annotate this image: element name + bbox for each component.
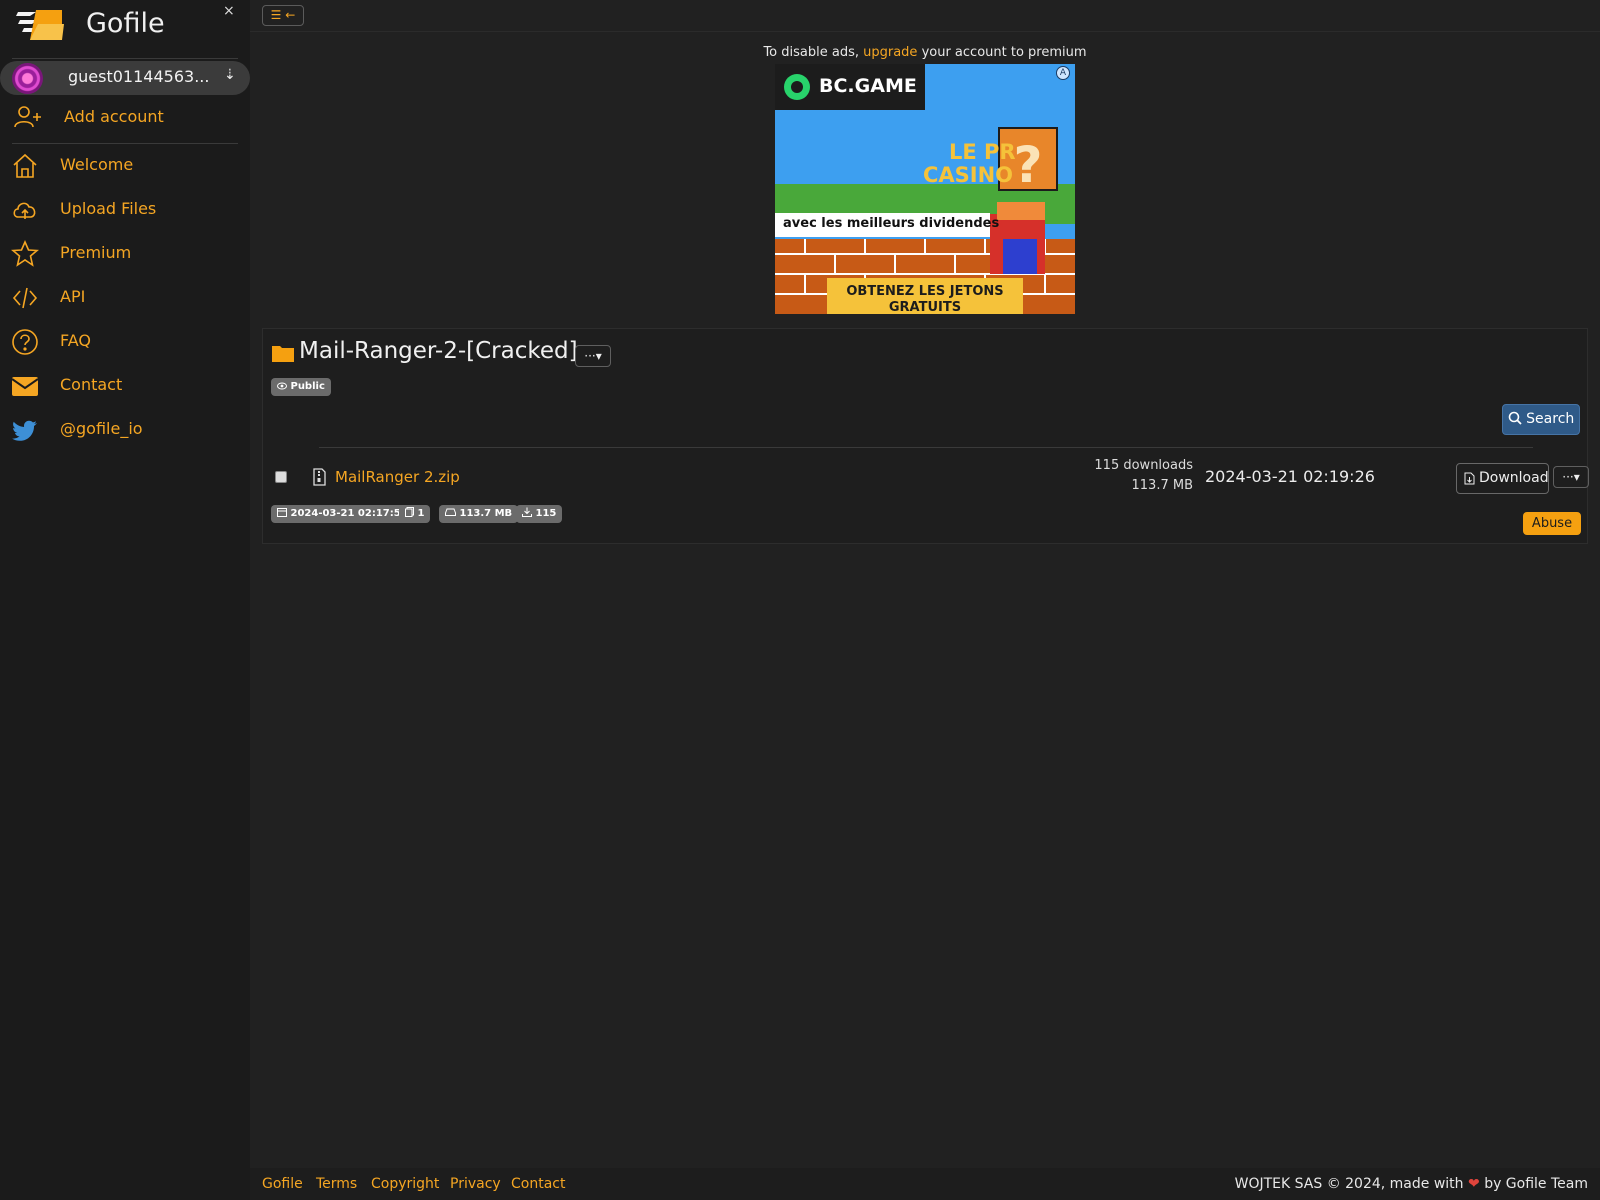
account-name: guest01144563... bbox=[68, 67, 210, 86]
footer-link-copyright[interactable]: Copyright bbox=[371, 1176, 439, 1192]
download-button[interactable]: Download bbox=[1456, 463, 1549, 494]
upgrade-link[interactable]: upgrade bbox=[863, 45, 917, 60]
download-count-badge: 115 bbox=[516, 505, 563, 523]
search-button[interactable]: Search bbox=[1502, 404, 1580, 435]
user-plus-icon bbox=[14, 106, 41, 128]
folder-icon bbox=[272, 346, 294, 362]
report-abuse-button[interactable]: Abuse bbox=[1523, 512, 1581, 535]
folder-menu-button[interactable]: ···▾ bbox=[575, 345, 611, 367]
search-label: Search bbox=[1526, 411, 1575, 427]
files-icon bbox=[405, 507, 414, 517]
toggle-sidebar-button[interactable]: ☰ ← bbox=[262, 5, 304, 26]
brand-name: Gofile bbox=[86, 8, 165, 39]
brand: Gofile × bbox=[0, 0, 250, 56]
download-icon bbox=[522, 507, 532, 517]
file-date: 2024-03-21 02:19:26 bbox=[1205, 467, 1375, 486]
ad-headline: CASINO bbox=[923, 163, 1014, 187]
account-switcher[interactable]: guest01144563... ⇣ bbox=[0, 61, 250, 95]
copyright-prefix: WOJTEK SAS © 2024, made with bbox=[1234, 1176, 1464, 1192]
nav-twitter[interactable]: @gofile_io bbox=[0, 410, 250, 450]
search-icon bbox=[1508, 411, 1522, 425]
nav-upload-files[interactable]: Upload Files bbox=[0, 190, 250, 230]
created-date-badge: 2024-03-21 02:17:59 bbox=[271, 505, 414, 523]
envelope-icon bbox=[11, 377, 39, 396]
question-circle-icon bbox=[12, 329, 38, 355]
divider bbox=[250, 31, 1600, 32]
file-count-badge: 1 bbox=[399, 505, 431, 523]
footer-link-gofile[interactable]: Gofile bbox=[262, 1176, 303, 1192]
nav-welcome[interactable]: Welcome bbox=[0, 146, 250, 186]
cloud-upload-icon bbox=[13, 202, 36, 219]
calendar-icon bbox=[277, 508, 287, 517]
code-icon bbox=[12, 287, 38, 309]
folder-panel: Mail-Ranger-2-[Cracked] ···▾ Public Sear… bbox=[262, 328, 1589, 544]
gofile-logo-icon bbox=[16, 10, 64, 40]
star-icon bbox=[11, 240, 39, 267]
add-account-label: Add account bbox=[64, 107, 164, 126]
nav-api[interactable]: API bbox=[0, 278, 250, 318]
visibility-label: Public bbox=[290, 381, 325, 392]
footer: Gofile Terms Copyright Privacy Contact W… bbox=[250, 1168, 1600, 1200]
nav-label: Welcome bbox=[60, 155, 134, 174]
created-date: 2024-03-21 02:17:59 bbox=[290, 508, 408, 519]
folder-size-badge: 113.7 MB bbox=[439, 505, 519, 523]
nav-label: API bbox=[60, 287, 86, 306]
divider bbox=[319, 447, 1533, 448]
ad-cta-button[interactable]: OBTENEZ LES JETONS GRATUITS bbox=[835, 284, 1015, 314]
ad-logo-text: BC.GAME bbox=[819, 75, 917, 97]
nav-label: Premium bbox=[60, 243, 132, 262]
copyright-text: WOJTEK SAS © 2024, made with ❤ by Gofile… bbox=[1235, 1176, 1588, 1192]
svg-text:?: ? bbox=[1013, 136, 1042, 194]
nav-label: FAQ bbox=[60, 331, 91, 350]
nav-label: Contact bbox=[60, 375, 123, 394]
add-account-button[interactable]: Add account bbox=[0, 100, 250, 134]
ad-banner[interactable]: ? BC.GAME A LE PR CASINO avec les meille… bbox=[775, 64, 1075, 314]
divider bbox=[12, 58, 238, 59]
file-select-checkbox[interactable] bbox=[275, 471, 287, 483]
close-sidebar-button[interactable]: × bbox=[223, 3, 235, 19]
nav-label: @gofile_io bbox=[60, 419, 143, 438]
file-download-icon bbox=[1464, 472, 1475, 485]
footer-link-contact[interactable]: Contact bbox=[511, 1176, 565, 1192]
footer-link-privacy[interactable]: Privacy bbox=[450, 1176, 501, 1192]
download-label: Download bbox=[1479, 470, 1549, 486]
nav-label: Upload Files bbox=[60, 199, 157, 218]
file-name-link[interactable]: MailRanger 2.zip bbox=[335, 468, 460, 486]
twitter-icon bbox=[12, 420, 37, 441]
ad-banner-graphic: ? bbox=[775, 64, 1075, 314]
nav-contact[interactable]: Contact bbox=[0, 366, 250, 406]
ads-notice-suffix: your account to premium bbox=[917, 45, 1087, 60]
footer-link-terms[interactable]: Terms bbox=[316, 1176, 357, 1192]
account-dropdown-icon[interactable]: ⇣ bbox=[224, 67, 236, 83]
ads-notice-prefix: To disable ads, bbox=[763, 45, 864, 60]
heart-icon: ❤ bbox=[1468, 1176, 1480, 1192]
file-count: 1 bbox=[417, 508, 425, 519]
sidebar: Gofile × guest01144563... ⇣ Add account … bbox=[0, 0, 250, 1200]
folder-size: 113.7 MB bbox=[459, 508, 513, 519]
zip-file-icon bbox=[313, 468, 326, 486]
divider bbox=[12, 143, 238, 144]
hard-drive-icon bbox=[445, 508, 456, 516]
avatar bbox=[12, 63, 43, 94]
folder-title: Mail-Ranger-2-[Cracked] bbox=[299, 338, 578, 364]
copyright-suffix: by Gofile Team bbox=[1484, 1176, 1588, 1192]
nav-premium[interactable]: Premium bbox=[0, 234, 250, 274]
ad-tagline: avec les meilleurs dividendes bbox=[783, 216, 1000, 231]
eye-icon bbox=[277, 382, 287, 390]
download-count: 115 bbox=[535, 508, 557, 519]
file-size: 113.7 MB bbox=[1131, 478, 1193, 493]
nav-faq[interactable]: FAQ bbox=[0, 322, 250, 362]
home-icon bbox=[13, 153, 37, 178]
ads-notice: To disable ads, upgrade your account to … bbox=[250, 45, 1600, 60]
file-download-count: 115 downloads bbox=[1094, 458, 1193, 473]
file-menu-button[interactable]: ···▾ bbox=[1553, 466, 1589, 488]
ad-close-icon[interactable]: A bbox=[1056, 66, 1070, 80]
visibility-badge: Public bbox=[271, 378, 331, 396]
ad-headline: LE PR bbox=[949, 140, 1016, 164]
